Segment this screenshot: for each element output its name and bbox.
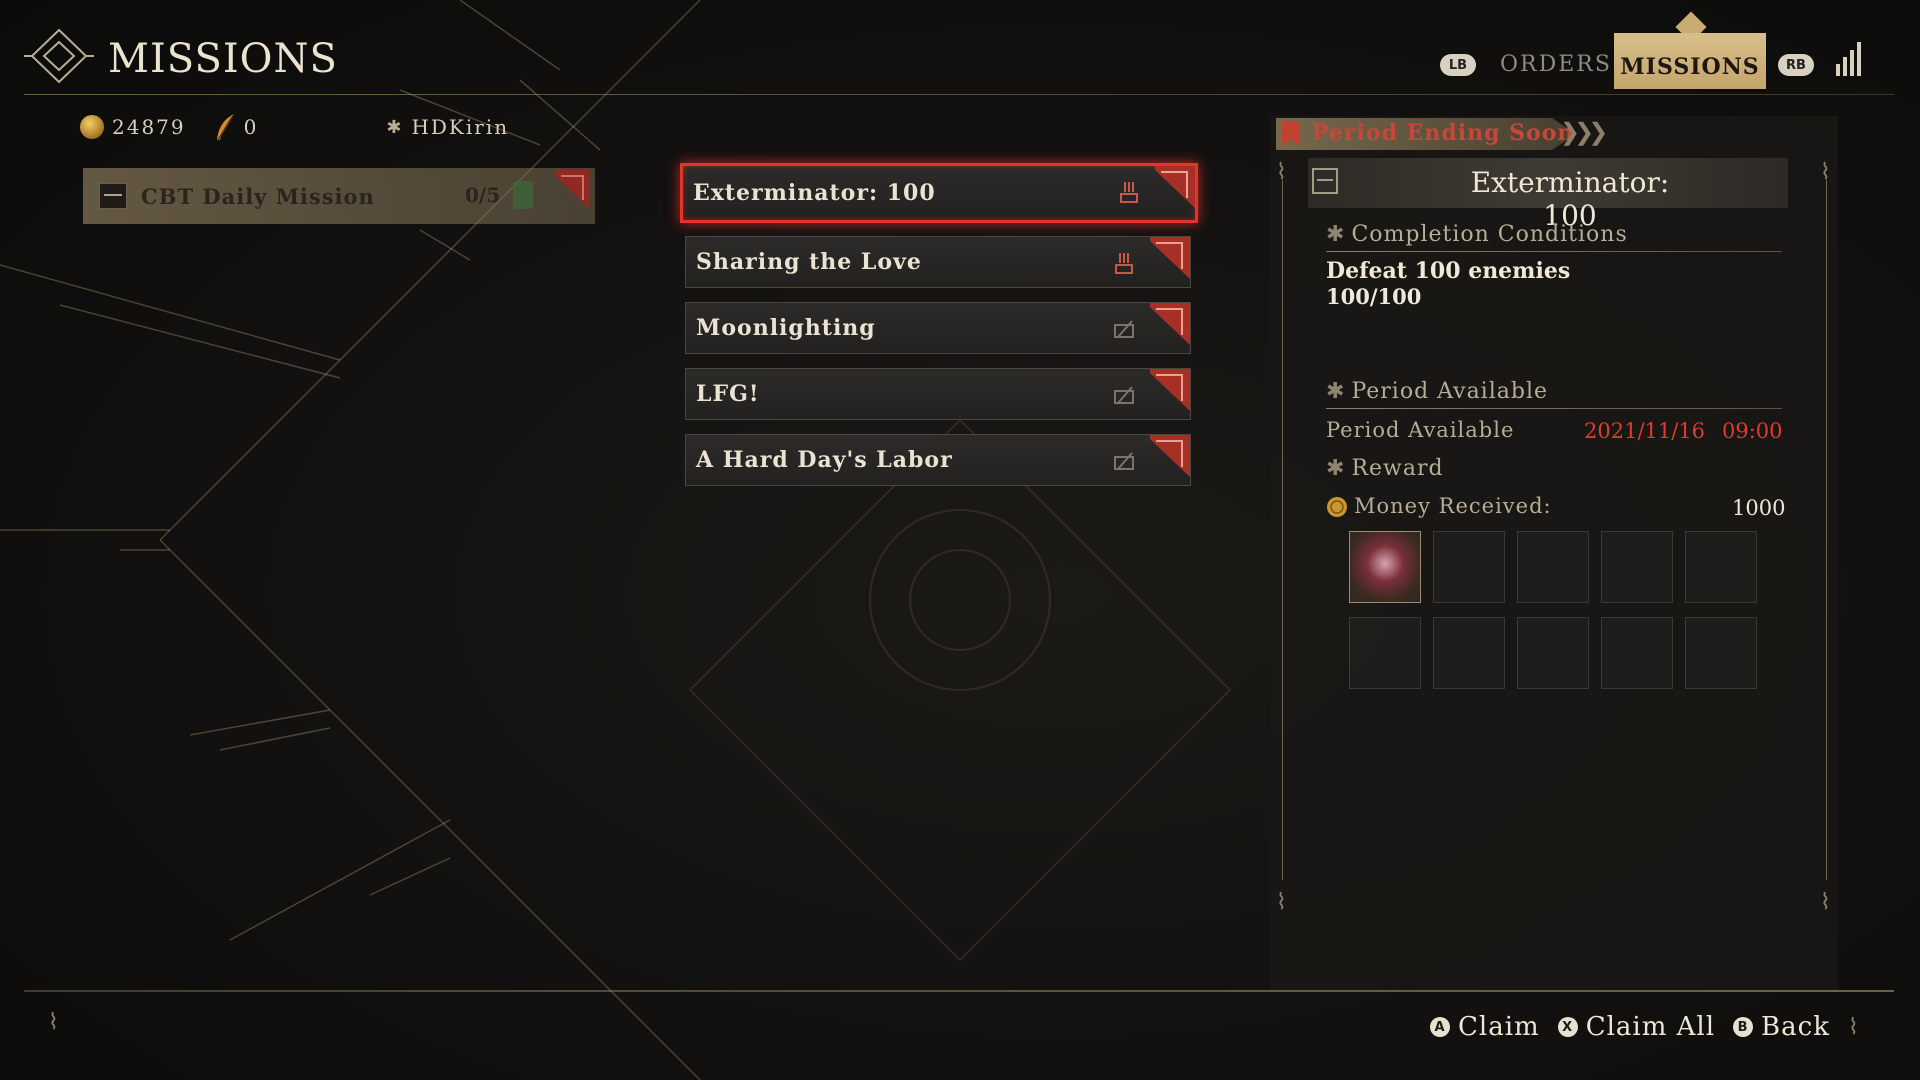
page-title: MISSIONS: [108, 36, 338, 82]
reward-item-slot: [1685, 617, 1757, 689]
mission-flag-icon: [1155, 166, 1195, 208]
category-progress: 0/5: [465, 183, 501, 207]
period-ending-text: Period Ending Soon: [1312, 120, 1575, 146]
tab-orders[interactable]: ORDERS: [1500, 52, 1612, 77]
section-divider: [1326, 408, 1782, 409]
missions-logo-icon: [24, 28, 94, 84]
panel-right-rule: [1826, 180, 1827, 880]
reward-item-slot: [1517, 531, 1589, 603]
back-label: Back: [1761, 1012, 1830, 1042]
ornament-icon: ⌇: [1820, 890, 1831, 915]
lb-button[interactable]: LB: [1440, 54, 1476, 76]
reward-item-slot: [1433, 531, 1505, 603]
mission-label: Moonlighting: [696, 315, 876, 341]
a-button-icon: A: [1430, 1017, 1450, 1037]
category-flag-icon: [555, 170, 589, 208]
mission-flag-icon: [1150, 303, 1190, 345]
reward-item-slot: [1517, 617, 1589, 689]
mission-flag-icon: [1150, 369, 1190, 411]
mission-flag-icon: [1150, 435, 1190, 477]
mission-item-sharing-the-love[interactable]: Sharing the Love: [685, 236, 1191, 288]
feather-icon: [216, 114, 234, 141]
mission-item-moonlighting[interactable]: Moonlighting: [685, 302, 1191, 354]
gold-amount: 24879: [112, 115, 186, 139]
reward-item-slot-filled[interactable]: [1349, 531, 1421, 603]
reward-item-slot: [1685, 531, 1757, 603]
reward-item-slot: [1601, 531, 1673, 603]
b-button-icon: B: [1733, 1017, 1754, 1037]
mission-flag-icon: [1150, 237, 1190, 279]
tab-missions[interactable]: MISSIONS: [1614, 33, 1766, 89]
period-available-head-label: Period Available: [1351, 379, 1549, 404]
mission-item-a-hard-days-labor[interactable]: A Hard Day's Labor: [685, 434, 1191, 486]
gold-coin-icon: [1327, 497, 1347, 517]
money-received-label: Money Received:: [1354, 494, 1552, 518]
ornament-icon: ⌇: [48, 1010, 59, 1035]
period-end-time: 09:00: [1722, 419, 1783, 443]
period-end-date: 2021/11/16: [1584, 419, 1706, 443]
currency-row: 24879 0 ✱ HDKirin: [80, 112, 509, 142]
panel-left-rule: [1282, 180, 1283, 880]
x-button-icon: X: [1557, 1017, 1578, 1037]
user-icon: ✱: [386, 116, 404, 138]
feather-amount: 0: [243, 115, 259, 139]
in-progress-icon: [1114, 320, 1134, 338]
rb-button[interactable]: RB: [1778, 54, 1814, 76]
claim-all-button[interactable]: X Claim All: [1557, 1012, 1716, 1042]
reward-item-slot: [1433, 617, 1505, 689]
claim-button[interactable]: A Claim: [1430, 1012, 1540, 1042]
mission-label: A Hard Day's Labor: [696, 447, 953, 473]
condition-text: Defeat 100 enemies: [1326, 258, 1571, 284]
category-label: CBT Daily Mission: [141, 183, 375, 209]
ornament-icon: ⌇: [1820, 160, 1831, 185]
star-bullet-icon: ✱: [1326, 456, 1346, 481]
mission-item-exterminator[interactable]: Exterminator: 100: [680, 163, 1198, 223]
period-available-label: Period Available: [1326, 418, 1515, 442]
mission-label: Exterminator: 100: [693, 180, 936, 206]
section-divider: [1326, 251, 1782, 252]
condition-progress: 100/100: [1326, 284, 1422, 309]
category-status-icon: [513, 181, 533, 209]
mission-label: Sharing the Love: [696, 249, 922, 275]
signal-strength-icon: [1836, 42, 1861, 76]
claim-ready-icon: [1115, 253, 1133, 274]
in-progress-icon: [1114, 452, 1134, 470]
ornament-icon: ⌇: [1276, 160, 1287, 185]
period-available-heading: ✱ Period Available: [1326, 379, 1548, 404]
reward-item-slot: [1601, 617, 1673, 689]
star-bullet-icon: ✱: [1326, 222, 1346, 247]
footer-actions: A Claim X Claim All B Back ⌇: [1430, 1012, 1860, 1042]
username: HDKirin: [411, 115, 510, 139]
money-received-value: 1000: [1732, 496, 1786, 520]
star-bullet-icon: ✱: [1326, 379, 1346, 404]
reward-head-label: Reward: [1351, 456, 1444, 481]
category-cbt-daily-mission[interactable]: CBT Daily Mission 0/5: [83, 168, 595, 224]
collapse-icon[interactable]: [1312, 168, 1338, 194]
claim-ready-icon: [1120, 182, 1138, 203]
chevrons-icon: ❯❯❯: [1560, 118, 1608, 146]
in-progress-icon: [1114, 386, 1134, 404]
back-button[interactable]: B Back: [1733, 1012, 1830, 1042]
claim-label: Claim: [1458, 1012, 1540, 1042]
header-divider: [24, 94, 1894, 95]
category-list-icon: [99, 183, 127, 209]
completion-conditions-label: Completion Conditions: [1351, 222, 1628, 247]
claim-all-label: Claim All: [1585, 1012, 1716, 1042]
reward-heading: ✱ Reward: [1326, 456, 1444, 481]
reward-item-slot: [1349, 617, 1421, 689]
footer-divider: [24, 990, 1894, 992]
completion-conditions-heading: ✱ Completion Conditions: [1326, 222, 1628, 247]
ornament-icon: ⌇: [1276, 890, 1287, 915]
gold-coin-icon: [80, 115, 104, 139]
ornament-icon: ⌇: [1847, 1014, 1860, 1040]
mission-label: LFG!: [696, 381, 760, 407]
mission-item-lfg[interactable]: LFG!: [685, 368, 1191, 420]
